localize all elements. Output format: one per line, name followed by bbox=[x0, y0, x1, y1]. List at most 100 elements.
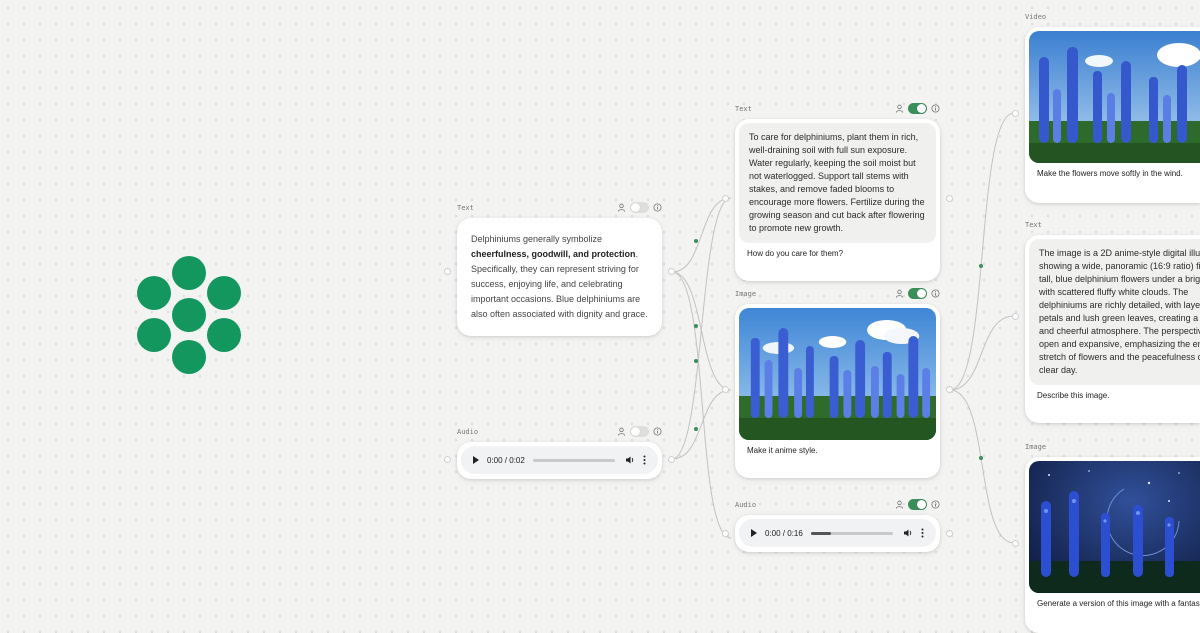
image-fantasy-node[interactable]: Image Generate a version of this image w… bbox=[1025, 443, 1200, 633]
text-input-node[interactable]: Text Delphiniums generally symbolize che… bbox=[457, 202, 662, 336]
image-anime-node[interactable]: Image Make it anime style. bbox=[735, 288, 940, 478]
prompt-text[interactable]: Describe this image. bbox=[1025, 385, 1200, 400]
node-title: Text bbox=[735, 105, 752, 113]
text-body-bold: cheerfulness, goodwill, and protection bbox=[471, 249, 636, 259]
node-title: Image bbox=[735, 290, 757, 298]
node-card: Make it anime style. bbox=[735, 304, 940, 478]
text-care-node[interactable]: Text To care for delphiniums, plant them… bbox=[735, 103, 940, 281]
node-title: Image bbox=[1025, 443, 1047, 451]
video-preview[interactable] bbox=[1029, 31, 1200, 163]
edge bbox=[671, 197, 732, 273]
node-card: 0:00 / 0:16 bbox=[735, 515, 940, 552]
node-card: The image is a 2D anime-style digital il… bbox=[1025, 235, 1200, 423]
generated-image[interactable] bbox=[1029, 461, 1200, 593]
input-port[interactable] bbox=[1012, 540, 1019, 547]
node-header: Audio bbox=[735, 499, 940, 515]
input-port[interactable] bbox=[722, 530, 729, 537]
info-icon[interactable] bbox=[931, 104, 940, 113]
volume-icon[interactable] bbox=[625, 455, 635, 465]
edge-junction bbox=[694, 239, 698, 243]
node-card: Make the flowers move softly in the wind… bbox=[1025, 27, 1200, 203]
node-header: Image bbox=[1025, 443, 1200, 457]
node-title: Text bbox=[1025, 221, 1042, 229]
generated-text: The image is a 2D anime-style digital il… bbox=[1029, 239, 1200, 385]
input-port[interactable] bbox=[1012, 313, 1019, 320]
output-port[interactable] bbox=[946, 530, 953, 537]
more-options-icon[interactable] bbox=[921, 528, 924, 538]
logo-dot bbox=[207, 318, 241, 352]
enable-toggle[interactable] bbox=[908, 288, 927, 299]
info-icon[interactable] bbox=[931, 500, 940, 509]
node-header: Text bbox=[735, 103, 940, 119]
volume-icon[interactable] bbox=[903, 528, 913, 538]
edge bbox=[671, 271, 732, 391]
user-icon[interactable] bbox=[895, 289, 904, 298]
prompt-text[interactable]: Make the flowers move softly in the wind… bbox=[1025, 163, 1200, 178]
enable-toggle[interactable] bbox=[630, 202, 649, 213]
output-port[interactable] bbox=[668, 456, 675, 463]
text-body-end: . Specifically, they can represent striv… bbox=[471, 249, 648, 319]
info-icon[interactable] bbox=[653, 203, 662, 212]
input-port[interactable] bbox=[444, 268, 451, 275]
output-port[interactable] bbox=[668, 268, 675, 275]
input-port[interactable] bbox=[722, 386, 729, 393]
generated-text-content: The image is a 2D anime-style digital il… bbox=[1039, 248, 1200, 375]
more-options-icon[interactable] bbox=[643, 455, 646, 465]
video-node[interactable]: Video Make the flowers move softly in th… bbox=[1025, 13, 1200, 203]
user-icon[interactable] bbox=[617, 427, 626, 436]
node-header: Image bbox=[735, 288, 940, 304]
generated-image[interactable] bbox=[739, 308, 936, 440]
audio-time: 0:00 / 0:02 bbox=[487, 455, 525, 465]
edge-junction bbox=[694, 359, 698, 363]
logo-dot bbox=[172, 298, 206, 332]
node-card: Generate a version of this image with a … bbox=[1025, 457, 1200, 633]
audio-output-node[interactable]: Audio 0:00 / 0:16 bbox=[735, 499, 940, 553]
input-port[interactable] bbox=[722, 195, 729, 202]
input-port[interactable] bbox=[1012, 110, 1019, 117]
audio-progress-track[interactable] bbox=[810, 531, 893, 535]
edge-junction bbox=[694, 324, 698, 328]
node-title: Audio bbox=[457, 428, 479, 436]
logo-dot bbox=[172, 340, 206, 374]
generated-text: To care for delphiniums, plant them in r… bbox=[739, 123, 936, 243]
logo-dot bbox=[207, 276, 241, 310]
enable-toggle[interactable] bbox=[908, 499, 927, 510]
prompt-text[interactable]: Generate a version of this image with a … bbox=[1025, 593, 1200, 608]
enable-toggle[interactable] bbox=[630, 426, 649, 437]
node-card: To care for delphiniums, plant them in r… bbox=[735, 119, 940, 281]
text-body: Delphiniums generally symbolize cheerful… bbox=[471, 234, 648, 319]
logo-dot bbox=[137, 318, 171, 352]
info-icon[interactable] bbox=[931, 289, 940, 298]
edge bbox=[671, 271, 732, 539]
edge-junction bbox=[979, 456, 983, 460]
text-body-start: Delphiniums generally symbolize bbox=[471, 234, 603, 244]
audio-input-node[interactable]: Audio 0:00 / 0:02 bbox=[457, 426, 662, 480]
audio-player[interactable]: 0:00 / 0:16 bbox=[739, 519, 936, 547]
input-port[interactable] bbox=[444, 456, 451, 463]
edge-junction bbox=[979, 264, 983, 268]
play-icon[interactable] bbox=[751, 529, 757, 537]
user-icon[interactable] bbox=[895, 500, 904, 509]
output-port[interactable] bbox=[946, 386, 953, 393]
logo-dot bbox=[172, 256, 206, 290]
node-header: Audio bbox=[457, 426, 662, 442]
play-icon[interactable] bbox=[473, 456, 479, 464]
user-icon[interactable] bbox=[617, 203, 626, 212]
enable-toggle[interactable] bbox=[908, 103, 927, 114]
prompt-text[interactable]: Make it anime style. bbox=[735, 440, 940, 455]
output-port[interactable] bbox=[946, 195, 953, 202]
user-icon[interactable] bbox=[895, 104, 904, 113]
prompt-text[interactable]: How do you care for them? bbox=[735, 243, 940, 258]
audio-player[interactable]: 0:00 / 0:02 bbox=[461, 446, 658, 474]
node-title: Text bbox=[457, 204, 474, 212]
edge bbox=[671, 197, 732, 460]
edge bbox=[949, 112, 1015, 391]
info-icon[interactable] bbox=[653, 427, 662, 436]
audio-progress-track[interactable] bbox=[532, 458, 615, 462]
text-describe-node[interactable]: Text The image is a 2D anime-style digit… bbox=[1025, 221, 1200, 425]
edge bbox=[949, 315, 1015, 391]
audio-progress-fill bbox=[810, 531, 832, 535]
node-card: 0:00 / 0:02 bbox=[457, 442, 662, 479]
node-title: Video bbox=[1025, 13, 1047, 21]
logo-dot bbox=[137, 276, 171, 310]
